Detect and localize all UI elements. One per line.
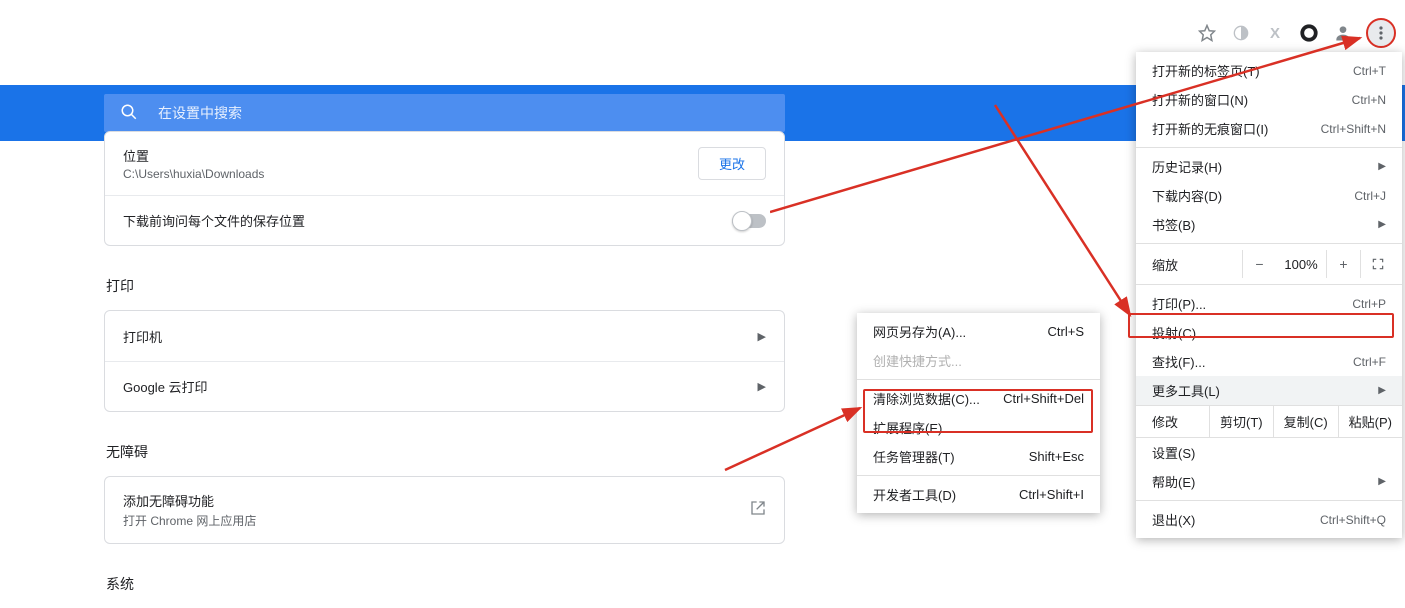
cloud-print-row[interactable]: Google 云打印 ▶ bbox=[105, 361, 784, 411]
download-card: 位置 C:\Users\huxia\Downloads 更改 下载前询问每个文件… bbox=[104, 131, 785, 246]
menu-paste[interactable]: 粘贴(P) bbox=[1338, 406, 1402, 437]
printer-row[interactable]: 打印机 ▶ bbox=[105, 311, 784, 361]
menu-cast[interactable]: 投射(C)... bbox=[1136, 318, 1402, 347]
zoom-in-button[interactable]: + bbox=[1326, 250, 1360, 278]
more-tools-submenu: 网页另存为(A)...Ctrl+S 创建快捷方式... 清除浏览数据(C)...… bbox=[857, 313, 1100, 513]
menu-settings[interactable]: 设置(S) bbox=[1136, 438, 1402, 467]
menu-find[interactable]: 查找(F)...Ctrl+F bbox=[1136, 347, 1402, 376]
menu-help[interactable]: 帮助(E)▶ bbox=[1136, 467, 1402, 496]
browser-toolbar: X bbox=[1197, 18, 1395, 48]
circle-bold-icon[interactable] bbox=[1299, 23, 1319, 43]
location-value: C:\Users\huxia\Downloads bbox=[123, 167, 264, 181]
submenu-dev-tools[interactable]: 开发者工具(D)Ctrl+Shift+I bbox=[857, 480, 1100, 509]
x-icon[interactable]: X bbox=[1265, 23, 1285, 43]
menu-edit-row: 修改 剪切(T) 复制(C) 粘贴(P) bbox=[1136, 405, 1402, 438]
download-location-row: 位置 C:\Users\huxia\Downloads 更改 bbox=[105, 132, 784, 195]
circle-half-icon[interactable] bbox=[1231, 23, 1251, 43]
menu-bookmarks[interactable]: 书签(B)▶ bbox=[1136, 210, 1402, 239]
submenu-clear-data[interactable]: 清除浏览数据(C)...Ctrl+Shift+Del bbox=[857, 384, 1100, 413]
chevron-right-icon: ▶ bbox=[758, 380, 766, 393]
menu-incognito[interactable]: 打开新的无痕窗口(I)Ctrl+Shift+N bbox=[1136, 114, 1402, 143]
chevron-right-icon: ▶ bbox=[758, 330, 766, 343]
menu-new-tab[interactable]: 打开新的标签页(T)Ctrl+T bbox=[1136, 56, 1402, 85]
ask-before-download-label: 下载前询问每个文件的保存位置 bbox=[123, 211, 305, 230]
ask-before-download-toggle[interactable] bbox=[732, 214, 766, 228]
add-accessibility-row[interactable]: 添加无障碍功能 打开 Chrome 网上应用店 bbox=[105, 477, 784, 543]
profile-icon[interactable] bbox=[1333, 23, 1353, 43]
accessibility-section-header: 无障碍 bbox=[106, 442, 785, 462]
menu-history[interactable]: 历史记录(H)▶ bbox=[1136, 152, 1402, 181]
zoom-value: 100% bbox=[1276, 257, 1326, 272]
browser-main-menu: 打开新的标签页(T)Ctrl+T 打开新的窗口(N)Ctrl+N 打开新的无痕窗… bbox=[1136, 52, 1402, 538]
menu-more-tools[interactable]: 更多工具(L)▶ bbox=[1136, 376, 1402, 405]
menu-downloads[interactable]: 下载内容(D)Ctrl+J bbox=[1136, 181, 1402, 210]
star-icon[interactable] bbox=[1197, 23, 1217, 43]
settings-search[interactable]: 在设置中搜索 bbox=[104, 94, 785, 132]
settings-content: 位置 C:\Users\huxia\Downloads 更改 下载前询问每个文件… bbox=[104, 131, 785, 608]
menu-new-window[interactable]: 打开新的窗口(N)Ctrl+N bbox=[1136, 85, 1402, 114]
menu-quit[interactable]: 退出(X)Ctrl+Shift+Q bbox=[1136, 505, 1402, 534]
menu-print[interactable]: 打印(P)...Ctrl+P bbox=[1136, 289, 1402, 318]
system-section-header: 系统 bbox=[106, 574, 785, 594]
search-placeholder: 在设置中搜索 bbox=[158, 103, 242, 123]
location-label: 位置 bbox=[123, 146, 264, 165]
menu-copy[interactable]: 复制(C) bbox=[1273, 406, 1338, 437]
ask-before-download-row: 下载前询问每个文件的保存位置 bbox=[105, 195, 784, 245]
accessibility-card: 添加无障碍功能 打开 Chrome 网上应用店 bbox=[104, 476, 785, 544]
submenu-extensions[interactable]: 扩展程序(E) bbox=[857, 413, 1100, 442]
print-card: 打印机 ▶ Google 云打印 ▶ bbox=[104, 310, 785, 412]
search-icon bbox=[120, 103, 138, 124]
zoom-out-button[interactable]: − bbox=[1242, 250, 1276, 278]
change-location-button[interactable]: 更改 bbox=[698, 147, 766, 180]
submenu-task-manager[interactable]: 任务管理器(T)Shift+Esc bbox=[857, 442, 1100, 471]
fullscreen-button[interactable] bbox=[1360, 250, 1394, 278]
print-section-header: 打印 bbox=[106, 276, 785, 296]
menu-zoom: 缩放 − 100% + bbox=[1136, 248, 1402, 280]
open-external-icon bbox=[750, 500, 766, 521]
submenu-save-as[interactable]: 网页另存为(A)...Ctrl+S bbox=[857, 317, 1100, 346]
menu-cut[interactable]: 剪切(T) bbox=[1209, 406, 1273, 437]
submenu-create-shortcut: 创建快捷方式... bbox=[857, 346, 1100, 375]
more-menu-button[interactable] bbox=[1367, 19, 1395, 47]
